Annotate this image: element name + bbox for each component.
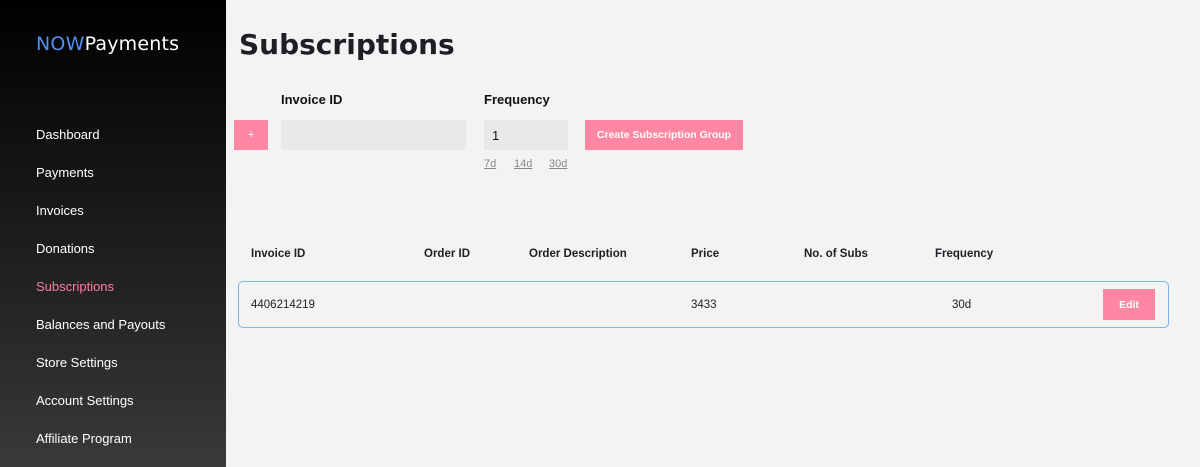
sidebar-item-balances-and-payouts[interactable]: Balances and Payouts xyxy=(36,316,165,354)
frequency-input[interactable] xyxy=(484,120,568,150)
brand-logo[interactable]: NOWPayments xyxy=(36,33,179,55)
header-order-description: Order Description xyxy=(529,248,627,260)
cell-price: 3433 xyxy=(691,299,717,311)
cell-invoice-id: 4406214219 xyxy=(251,299,315,311)
frequency-preset-7d[interactable]: 7d xyxy=(484,158,496,170)
sidebar-item-dashboard[interactable]: Dashboard xyxy=(36,126,165,164)
frequency-preset-30d[interactable]: 30d xyxy=(549,158,567,170)
sidebar-nav: Dashboard Payments Invoices Donations Su… xyxy=(36,126,165,467)
sidebar-item-donations[interactable]: Donations xyxy=(36,240,165,278)
invoice-id-input[interactable] xyxy=(281,120,466,150)
header-order-id: Order ID xyxy=(424,248,471,260)
sidebar-item-store-settings[interactable]: Store Settings xyxy=(36,354,165,392)
add-button[interactable]: + xyxy=(234,120,268,150)
sidebar-item-account-settings[interactable]: Account Settings xyxy=(36,392,165,430)
brand-logo-payments: Payments xyxy=(84,33,180,55)
sidebar: NOWPayments Dashboard Payments Invoices … xyxy=(0,0,226,467)
main-content: Subscriptions Invoice ID Frequency + Cre… xyxy=(226,0,1200,467)
cell-frequency: 30d xyxy=(952,299,972,311)
sidebar-item-affiliate-program[interactable]: Affiliate Program xyxy=(36,430,165,467)
brand-logo-now: NOW xyxy=(36,33,85,55)
header-price: Price xyxy=(691,248,720,260)
sidebar-item-subscriptions[interactable]: Subscriptions xyxy=(36,278,165,316)
edit-button[interactable]: Edit xyxy=(1103,289,1155,320)
create-subscription-group-button[interactable]: Create Subscription Group xyxy=(585,120,743,150)
frequency-label: Frequency xyxy=(484,92,550,107)
header-no-of-subs: No. of Subs xyxy=(804,248,868,260)
header-frequency: Frequency xyxy=(935,248,994,260)
frequency-preset-14d[interactable]: 14d xyxy=(514,158,532,170)
sidebar-item-invoices[interactable]: Invoices xyxy=(36,202,165,240)
app-root: NOWPayments Dashboard Payments Invoices … xyxy=(0,0,1200,467)
table-row[interactable]: 4406214219 3433 30d Edit xyxy=(238,281,1169,328)
header-invoice-id: Invoice ID xyxy=(251,248,306,260)
page-title: Subscriptions xyxy=(239,28,455,61)
invoice-id-label: Invoice ID xyxy=(281,92,343,107)
sidebar-item-payments[interactable]: Payments xyxy=(36,164,165,202)
